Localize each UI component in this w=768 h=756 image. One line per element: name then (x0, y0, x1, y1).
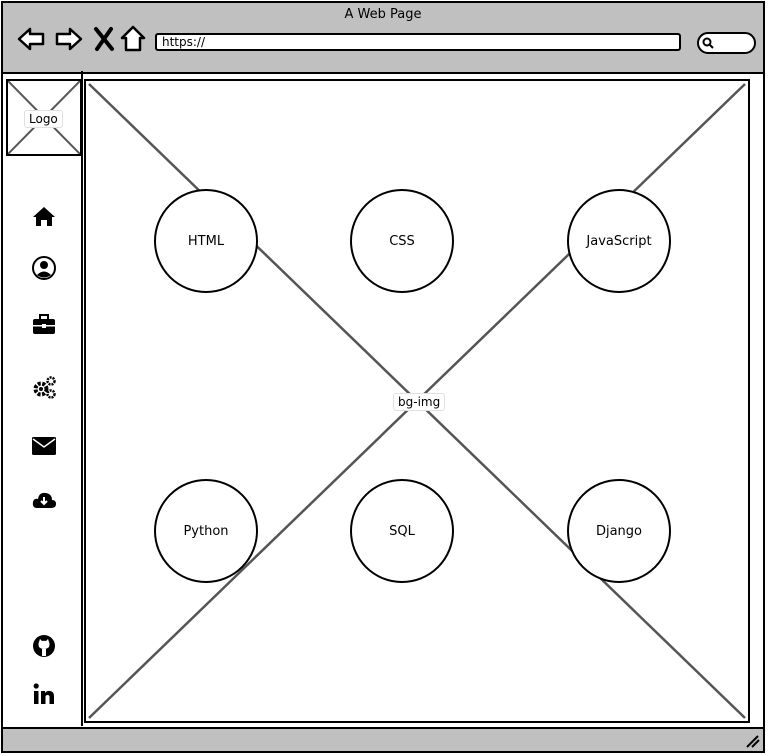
resize-grip-icon[interactable] (743, 731, 761, 749)
bg-image-label: bg-img (393, 393, 446, 411)
skill-circle-django[interactable]: Django (567, 479, 671, 583)
url-input[interactable]: https:// (155, 33, 681, 51)
skill-circle-python[interactable]: Python (154, 479, 258, 583)
window-title: A Web Page (344, 7, 422, 22)
search-field[interactable] (697, 32, 756, 54)
skill-circle-javascript[interactable]: JavaScript (567, 189, 671, 293)
gears-icon[interactable] (31, 374, 57, 400)
sidebar-divider (81, 71, 83, 726)
cloud-download-icon[interactable] (31, 488, 57, 514)
skill-circle-sql[interactable]: SQL (350, 479, 454, 583)
skill-circle-css[interactable]: CSS (350, 189, 454, 293)
forward-arrow-icon[interactable] (53, 23, 85, 55)
back-arrow-icon[interactable] (15, 23, 47, 55)
user-circle-icon[interactable] (31, 255, 57, 281)
hero-section: bg-img HTML CSS JavaScript Python SQL Dj… (84, 79, 750, 723)
linkedin-icon[interactable] (31, 681, 57, 707)
home-outline-icon[interactable] (117, 23, 149, 55)
status-bar (3, 727, 763, 751)
envelope-icon[interactable] (31, 433, 57, 459)
briefcase-icon[interactable] (31, 312, 57, 338)
logo-placeholder[interactable]: Logo (6, 79, 82, 156)
github-icon[interactable] (31, 633, 57, 659)
browser-chrome: A Web Page https:// (3, 3, 763, 74)
logo-label: Logo (24, 110, 63, 128)
skill-circle-html[interactable]: HTML (154, 189, 258, 293)
home-icon[interactable] (31, 204, 57, 230)
search-icon[interactable] (701, 36, 715, 50)
